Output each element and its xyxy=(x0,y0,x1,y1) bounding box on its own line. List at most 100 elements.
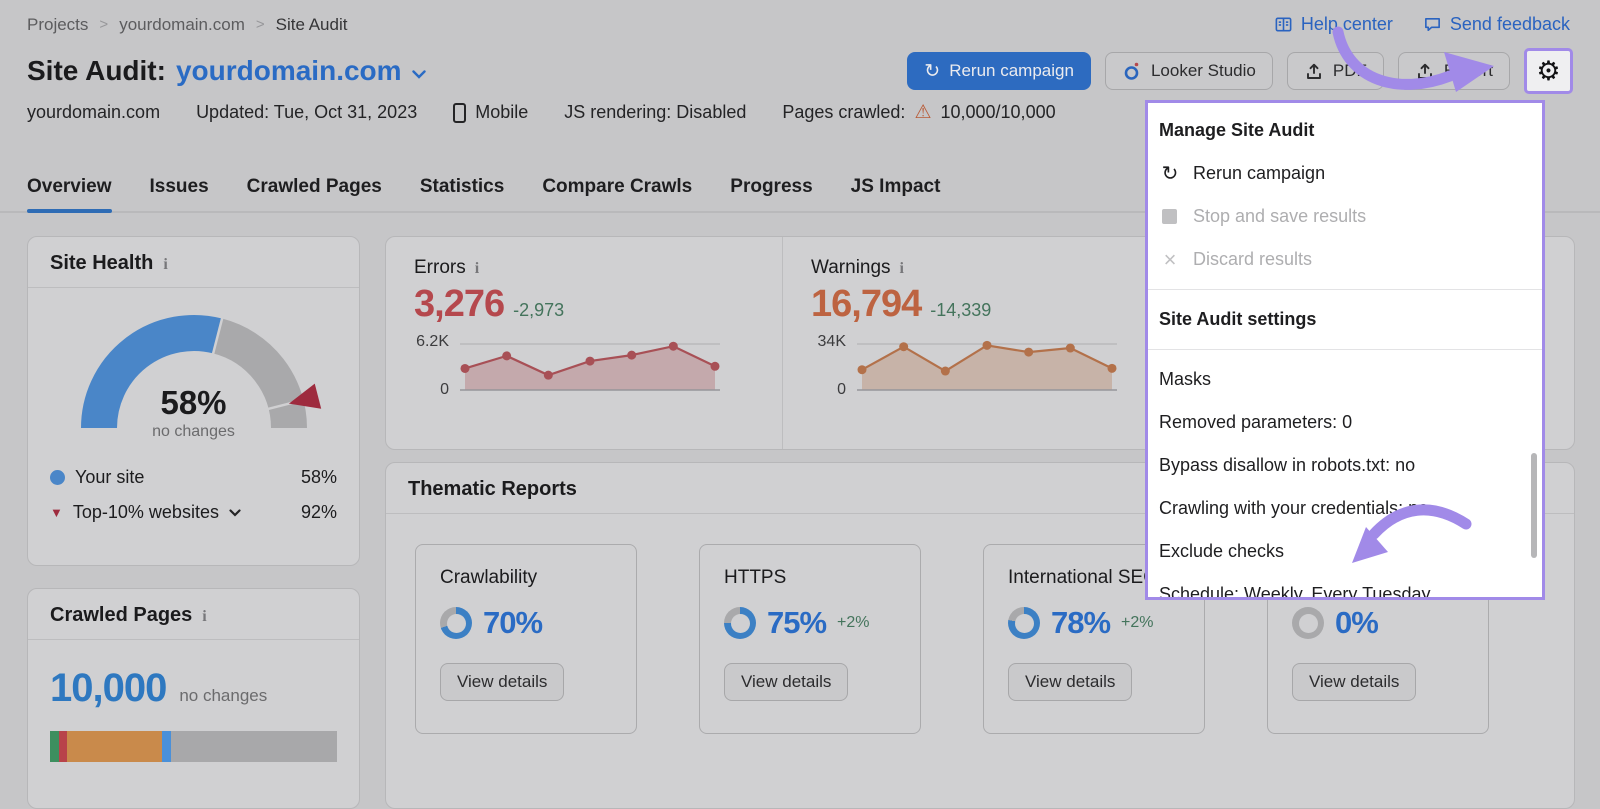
dropdown-scrollbar[interactable] xyxy=(1531,453,1537,558)
warnings-delta: -14,339 xyxy=(930,300,991,321)
dropdown-rerun-campaign[interactable]: ↻ Rerun campaign xyxy=(1148,152,1542,195)
mobile-icon xyxy=(453,103,466,123)
page-title-label: Site Audit: xyxy=(27,55,166,87)
tab-js-impact[interactable]: JS Impact xyxy=(851,176,941,211)
legend-your-site-label: Your site xyxy=(75,467,144,488)
dropdown-schedule[interactable]: Schedule: Weekly, Every Tuesday xyxy=(1148,573,1542,600)
meta-js-rendering: JS rendering: Disabled xyxy=(564,102,746,123)
x-icon: × xyxy=(1159,249,1181,271)
help-center-icon xyxy=(1274,15,1293,34)
send-feedback-label: Send feedback xyxy=(1450,14,1570,35)
dropdown-masks[interactable]: Masks xyxy=(1148,358,1542,401)
info-icon[interactable]: i xyxy=(475,260,479,278)
site-health-title: Site Health xyxy=(50,252,153,275)
dropdown-settings-heading: Site Audit settings xyxy=(1148,298,1542,341)
info-icon[interactable]: i xyxy=(900,260,904,278)
view-details-label: View details xyxy=(1025,672,1115,692)
thematic-reports-title: Thematic Reports xyxy=(408,478,577,501)
view-details-button[interactable]: View details xyxy=(440,663,564,701)
campaign-meta: yourdomain.com Updated: Tue, Oct 31, 202… xyxy=(27,101,1056,124)
looker-studio-label: Looker Studio xyxy=(1151,61,1256,81)
warnings-trend-chart[interactable] xyxy=(857,338,1117,394)
upload-icon xyxy=(1415,61,1435,81)
view-details-button[interactable]: View details xyxy=(1292,663,1416,701)
tab-statistics[interactable]: Statistics xyxy=(420,176,504,211)
site-health-card: Site Health i 58% no changes Your site 5… xyxy=(27,236,360,566)
legend-your-site-value: 58% xyxy=(301,467,337,488)
looker-studio-button[interactable]: Looker Studio xyxy=(1105,52,1273,90)
info-icon[interactable]: i xyxy=(202,608,206,626)
gear-icon: ⚙ xyxy=(1536,58,1560,85)
errors-section: Errors i 3,276 -2,973 6.2K 0 xyxy=(386,237,782,449)
tab-progress[interactable]: Progress xyxy=(730,176,812,211)
dropdown-exclude-checks[interactable]: Exclude checks xyxy=(1148,530,1542,573)
errors-title: Errors xyxy=(414,257,466,279)
pdf-button[interactable]: PDF xyxy=(1287,52,1384,90)
errors-delta: -2,973 xyxy=(513,300,564,321)
dropdown-bypass-disallow[interactable]: Bypass disallow in robots.txt: no xyxy=(1148,444,1542,487)
crawled-pages-note: no changes xyxy=(179,686,267,706)
tab-issues[interactable]: Issues xyxy=(150,176,209,211)
thematic-percent: 70% xyxy=(483,605,542,641)
site-health-score: 58% xyxy=(64,384,324,422)
thematic-percent: 0% xyxy=(1335,605,1378,641)
errors-ymax-label: 6.2K xyxy=(416,333,449,351)
tab-overview[interactable]: Overview xyxy=(27,176,112,211)
thematic-card-crawlability: Crawlability 70% View details xyxy=(415,544,637,734)
legend-top10-websites[interactable]: ▼ Top-10% websites 92% xyxy=(50,495,337,530)
donut-ring xyxy=(1292,607,1324,639)
divider xyxy=(1148,289,1542,290)
warnings-value: 16,794 xyxy=(811,283,921,326)
site-health-note: no changes xyxy=(64,423,324,441)
bar-segment-rest-gray xyxy=(171,731,337,762)
dropdown-discard-results[interactable]: × Discard results xyxy=(1148,238,1542,281)
meta-pages-crawled-value: 10,000/10,000 xyxy=(940,102,1055,123)
chevron-down-icon[interactable] xyxy=(229,509,241,517)
campaign-selector[interactable]: yourdomain.com xyxy=(176,55,402,87)
thematic-delta: +2% xyxy=(837,614,869,632)
meta-domain: yourdomain.com xyxy=(27,102,160,123)
breadcrumb-separator: > xyxy=(99,16,108,33)
thematic-card-title: Crawlability xyxy=(440,567,636,589)
topbar: Projects > yourdomain.com > Site Audit H… xyxy=(27,14,1570,35)
view-details-button[interactable]: View details xyxy=(724,663,848,701)
breadcrumb-site-audit: Site Audit xyxy=(276,15,348,35)
settings-gear-button[interactable]: ⚙ xyxy=(1524,48,1573,94)
tab-compare-crawls[interactable]: Compare Crawls xyxy=(542,176,692,211)
breadcrumb-projects[interactable]: Projects xyxy=(27,15,88,35)
pdf-label: PDF xyxy=(1333,61,1367,81)
legend-top10-value: 92% xyxy=(301,502,337,523)
info-icon[interactable]: i xyxy=(163,256,167,274)
dropdown-removed-parameters[interactable]: Removed parameters: 0 xyxy=(1148,401,1542,444)
crawled-pages-title: Crawled Pages xyxy=(50,604,192,627)
rerun-campaign-label: Rerun campaign xyxy=(949,61,1074,81)
bar-segment-redirect-blue xyxy=(162,731,171,762)
dropdown-crawling-credentials[interactable]: Crawling with your credentials: no xyxy=(1148,487,1542,530)
crawled-pages-stacked-bar[interactable] xyxy=(50,731,337,762)
thematic-card-https: HTTPS 75% +2% View details xyxy=(699,544,921,734)
stop-square-icon xyxy=(1162,209,1177,224)
crawled-pages-value: 10,000 xyxy=(50,666,166,711)
breadcrumb-separator: > xyxy=(256,16,265,33)
thematic-card-title: HTTPS xyxy=(724,567,920,589)
send-feedback-link[interactable]: Send feedback xyxy=(1423,14,1570,35)
breadcrumb-domain[interactable]: yourdomain.com xyxy=(119,15,245,35)
rerun-campaign-button[interactable]: ↻ Rerun campaign xyxy=(907,52,1091,90)
meta-updated: Updated: Tue, Oct 31, 2023 xyxy=(196,102,417,123)
donut-ring xyxy=(724,607,756,639)
warning-triangle-icon[interactable]: ⚠ xyxy=(914,101,931,124)
crawled-pages-card: Crawled Pages i 10,000 no changes xyxy=(27,588,360,809)
breadcrumb: Projects > yourdomain.com > Site Audit xyxy=(27,15,347,35)
bar-segment-healthy-green xyxy=(50,731,59,762)
export-button[interactable]: Export xyxy=(1398,52,1510,90)
export-label: Export xyxy=(1444,61,1493,81)
help-center-link[interactable]: Help center xyxy=(1274,14,1393,35)
view-details-button[interactable]: View details xyxy=(1008,663,1132,701)
tab-crawled-pages[interactable]: Crawled Pages xyxy=(247,176,382,211)
blue-dot-icon xyxy=(50,470,65,485)
meta-device: Mobile xyxy=(475,102,528,123)
errors-trend-chart[interactable] xyxy=(460,338,720,394)
help-center-label: Help center xyxy=(1301,14,1393,35)
chevron-down-icon[interactable] xyxy=(412,70,426,79)
dropdown-stop-and-save[interactable]: Stop and save results xyxy=(1148,195,1542,238)
